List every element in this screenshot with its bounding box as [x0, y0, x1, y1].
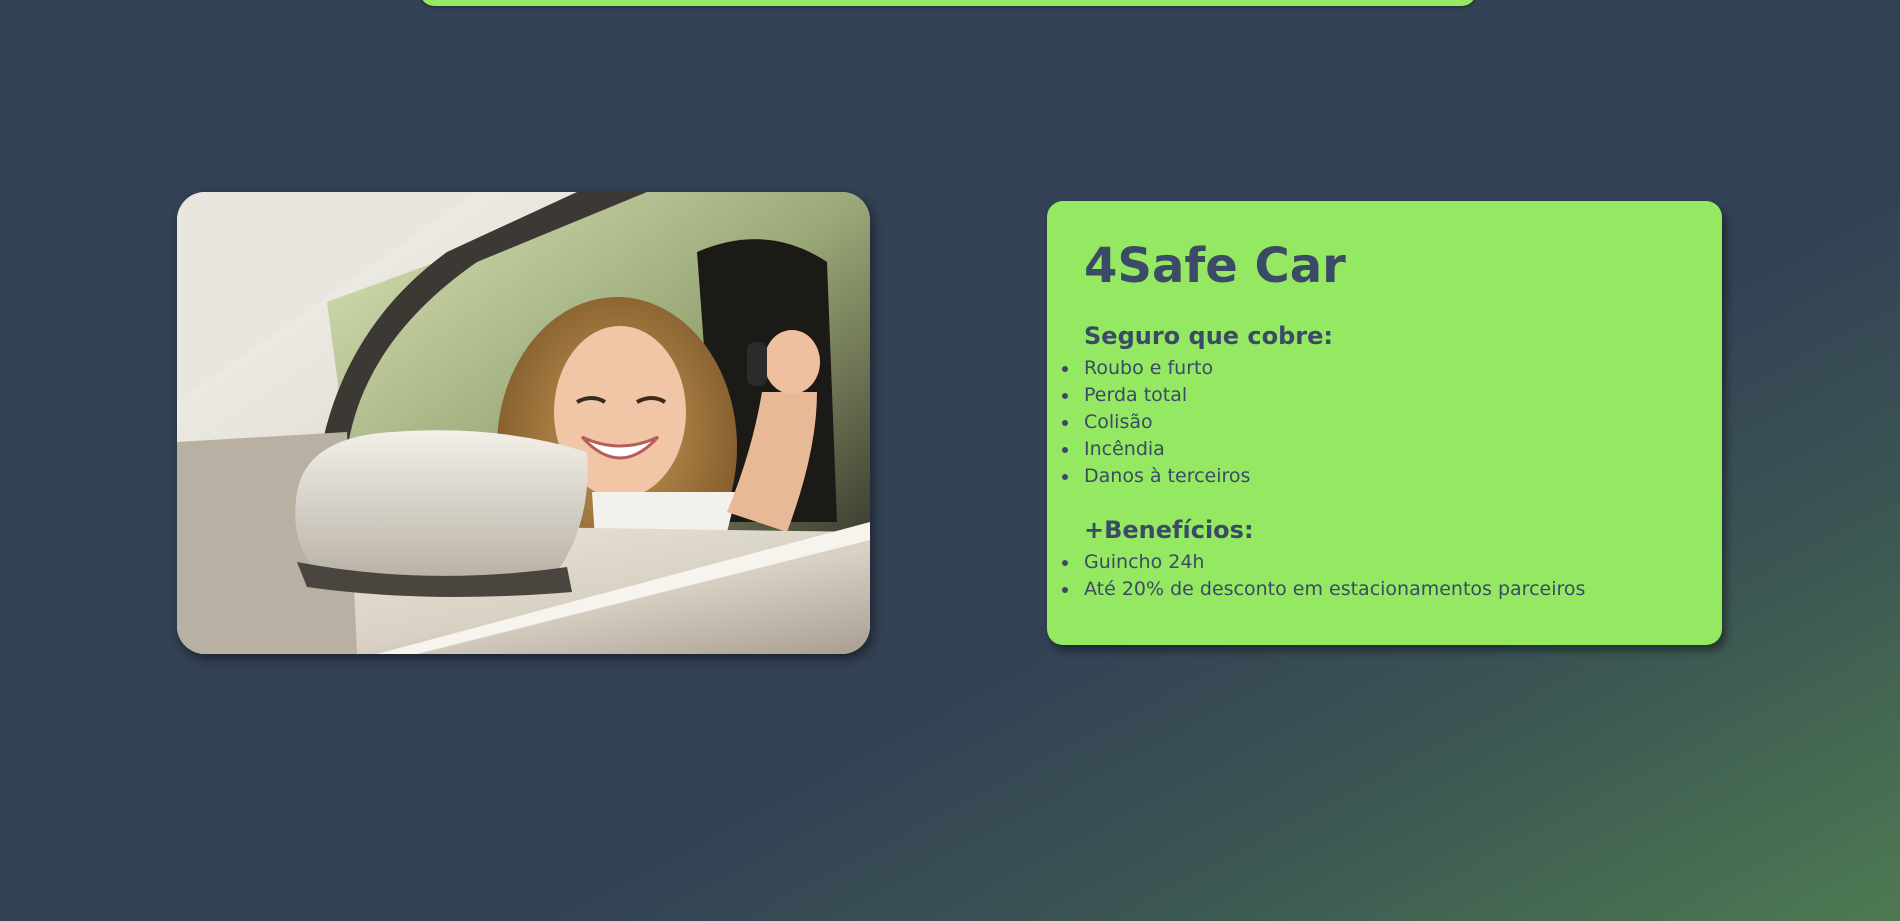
product-info-card: 4Safe Car Seguro que cobre: Roubo e furt… — [1047, 201, 1722, 645]
coverage-item: Roubo e furto — [1062, 355, 1686, 382]
coverage-item: Danos à terceiros — [1062, 463, 1686, 490]
benefits-heading: +Benefícios: — [1084, 515, 1254, 544]
coverage-list: Roubo e furto Perda total Colisão Incênd… — [1062, 355, 1686, 490]
coverage-item: Incêndia — [1062, 436, 1686, 463]
benefit-item: Guincho 24h — [1062, 549, 1686, 576]
benefit-item: Até 20% de desconto em estacionamentos p… — [1062, 576, 1686, 603]
product-title: 4Safe Car — [1084, 238, 1346, 294]
product-photo — [177, 192, 870, 654]
coverage-item: Perda total — [1062, 382, 1686, 409]
header-bar — [420, 0, 1476, 6]
benefits-list: Guincho 24h Até 20% de desconto em estac… — [1062, 549, 1686, 603]
coverage-heading: Seguro que cobre: — [1084, 322, 1334, 351]
coverage-item: Colisão — [1062, 409, 1686, 436]
